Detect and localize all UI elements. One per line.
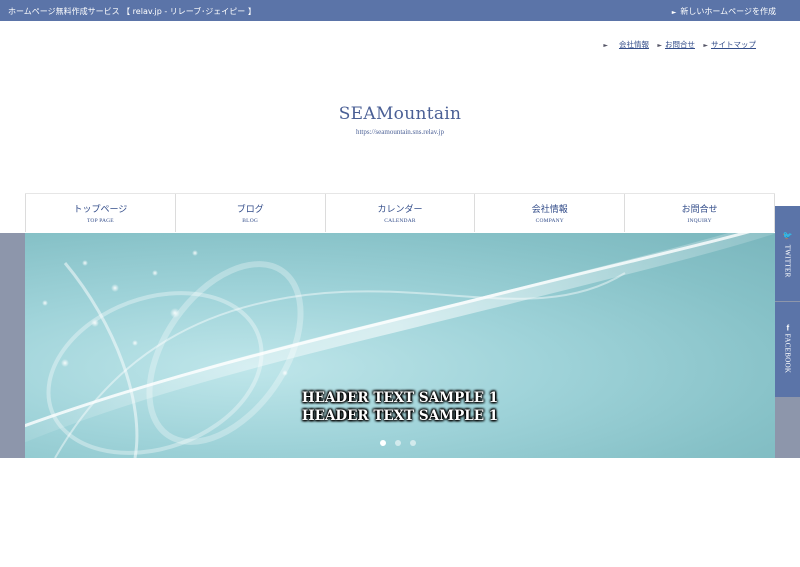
site-title[interactable]: SEAMountain: [0, 104, 800, 124]
nav-item-blog[interactable]: ブログ BLOG: [174, 194, 325, 232]
create-homepage-link[interactable]: ► 新しいホームページを作成: [672, 6, 776, 17]
arrow-right-icon: ►: [703, 42, 708, 49]
slider-pagination: [380, 440, 416, 446]
nav-item-company[interactable]: 会社情報 COMPANY: [474, 194, 624, 232]
global-nav: トップページ TOP PAGE ブログ BLOG カレンダー CALENDAR …: [25, 193, 775, 232]
nav-label-en: COMPANY: [535, 218, 564, 224]
hero-heading: HEADER TEXT SAMPLE 1 HEADER TEXT SAMPLE …: [25, 389, 775, 425]
nav-label-en: CALENDAR: [384, 218, 416, 224]
nav-label-en: BLOG: [242, 218, 259, 224]
facebook-side-tab[interactable]: fFACEBOOK: [775, 302, 800, 397]
nav-item-top[interactable]: トップページ TOP PAGE: [25, 194, 175, 232]
service-banner-text[interactable]: ホームページ無料作成サービス 【 relav.jp - リレーブ･ジェイピー 】: [8, 6, 256, 17]
top-bar: ホームページ無料作成サービス 【 relav.jp - リレーブ･ジェイピー 】…: [0, 0, 800, 21]
twitter-side-tab[interactable]: 🐦 TWITTER: [775, 206, 800, 301]
facebook-f-icon: f: [786, 323, 789, 333]
nav-label-en: TOP PAGE: [86, 218, 114, 224]
arrow-right-icon: ►: [657, 42, 662, 49]
twitter-bird-icon: 🐦: [782, 230, 793, 240]
util-link-company[interactable]: 会社情報: [619, 40, 649, 49]
util-link-inquiry[interactable]: お問合せ: [665, 40, 695, 49]
slider-dot-3[interactable]: [410, 440, 416, 446]
hero-line-2: HEADER TEXT SAMPLE 1: [301, 408, 499, 424]
slider-dot-1[interactable]: [380, 440, 386, 446]
arrow-right-icon: ►: [603, 42, 608, 49]
nav-label-jp: トップページ: [73, 205, 128, 215]
site-url: https://seamountain.sns.relav.jp: [355, 128, 444, 136]
slider-dot-2[interactable]: [395, 440, 401, 446]
hero-line-1: HEADER TEXT SAMPLE 1: [301, 390, 499, 406]
twitter-label: TWITTER: [783, 244, 791, 278]
create-homepage-label: 新しいホームページを作成: [680, 7, 776, 16]
nav-item-inquiry[interactable]: お問合せ INQUIRY: [624, 194, 775, 232]
nav-label-jp: カレンダー: [377, 205, 423, 215]
hero-slider: HEADER TEXT SAMPLE 1 HEADER TEXT SAMPLE …: [25, 233, 775, 458]
nav-label-en: INQUIRY: [687, 218, 712, 224]
util-link-sitemap[interactable]: サイトマップ: [711, 40, 756, 49]
facebook-label: FACEBOOK: [783, 333, 791, 373]
nav-label-jp: お問合せ: [681, 205, 718, 215]
nav-item-calendar[interactable]: カレンダー CALENDAR: [324, 194, 475, 232]
arrow-right-icon: ►: [671, 9, 677, 16]
nav-label-jp: ブログ: [236, 205, 264, 215]
utility-links: ► 会社情報 ► お問合せ ► サイトマップ: [603, 39, 756, 50]
nav-label-jp: 会社情報: [531, 205, 568, 215]
